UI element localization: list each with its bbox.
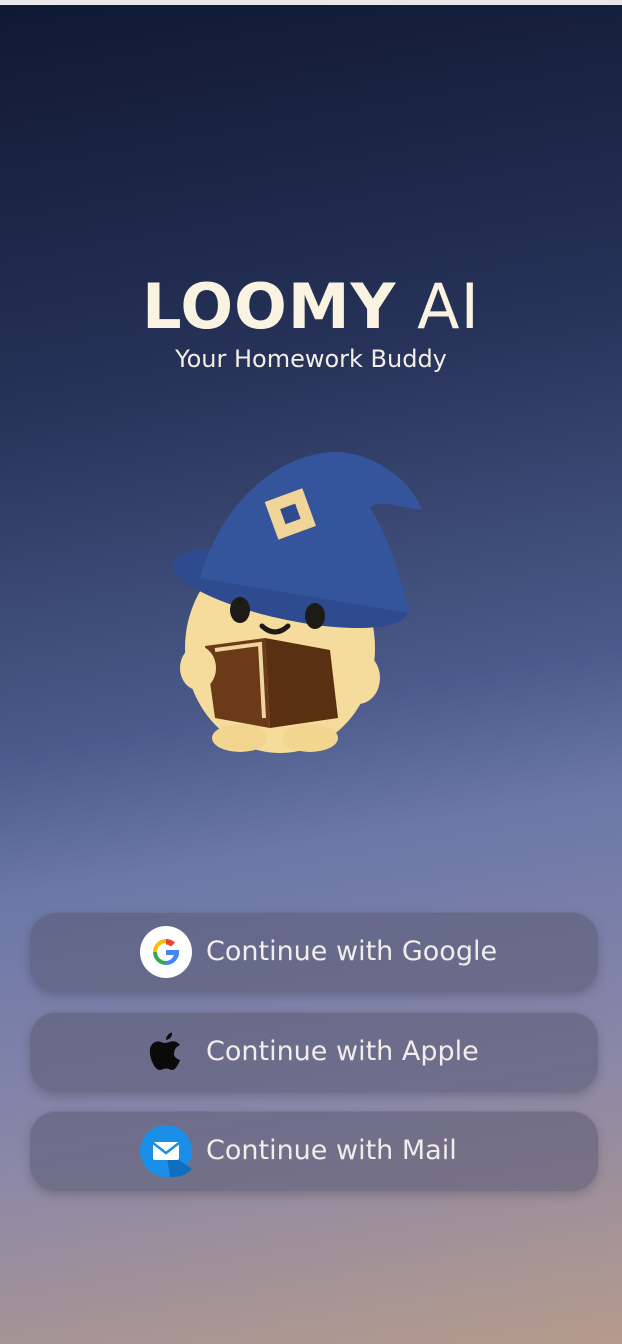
app-title-light: AI [417,270,480,343]
apple-button-label: Continue with Apple [206,1036,479,1067]
continue-with-apple-button[interactable]: Continue with Apple [30,1012,598,1092]
mail-button-label: Continue with Mail [206,1135,457,1166]
mail-icon [140,1125,192,1177]
app-tagline: Your Homework Buddy [175,345,447,373]
app-title-bold: LOOMY [142,270,397,343]
app-title: LOOMY AI [0,272,622,342]
wizard-mascot-reading-book-icon [172,451,422,753]
apple-icon [149,1032,180,1070]
continue-with-mail-button[interactable]: Continue with Mail [30,1111,598,1191]
continue-with-google-button[interactable]: Continue with Google [30,912,598,992]
status-bar-divider [0,0,622,5]
google-button-label: Continue with Google [206,936,498,967]
google-icon [140,926,192,978]
